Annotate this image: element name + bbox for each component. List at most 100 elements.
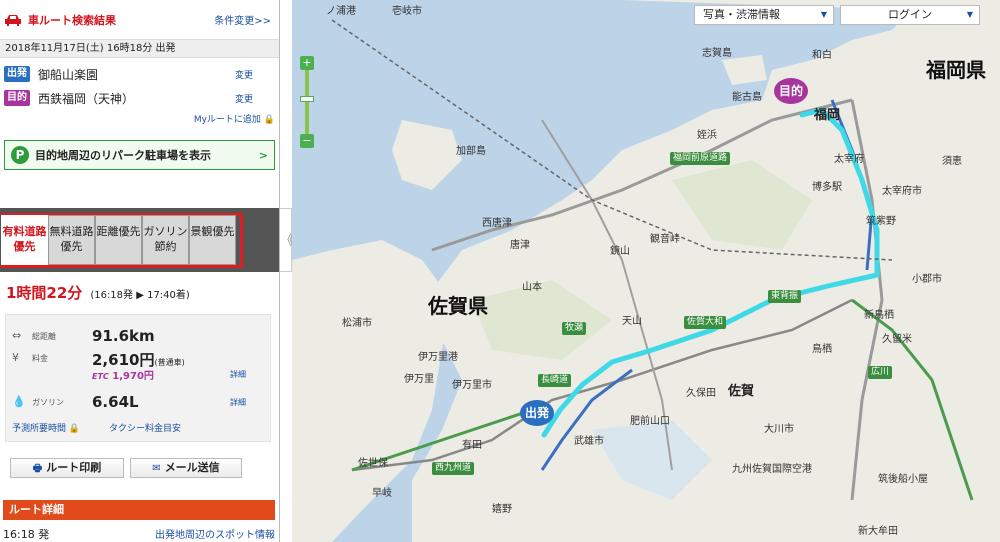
stats-footer: 予測所要時間 🔒 タクシー料金目安 bbox=[12, 421, 268, 434]
map-label: 小郡市 bbox=[912, 274, 942, 285]
distance-value: 91.6km bbox=[92, 327, 155, 345]
map-label: 鏡山 bbox=[610, 246, 630, 257]
map-label: 松浦市 bbox=[342, 318, 372, 329]
gas-value: 6.64L bbox=[92, 393, 139, 411]
start-row: 出発 御船山楽園 変更 bbox=[0, 62, 279, 86]
map-label: 太宰府市 bbox=[882, 186, 922, 197]
map-label: 大川市 bbox=[764, 424, 794, 435]
map-label: 筑後船小屋 bbox=[878, 474, 928, 485]
start-change-link[interactable]: 変更 bbox=[235, 68, 253, 81]
gas-icon: 💧 bbox=[12, 395, 26, 408]
panel-title: 車ルート検索結果 bbox=[28, 13, 116, 27]
route-detail-header: ルート詳細 bbox=[3, 500, 275, 520]
parking-icon: P bbox=[11, 146, 29, 164]
goal-tag: 目的 bbox=[4, 90, 30, 106]
road-shield: 西九州道 bbox=[432, 462, 475, 475]
map-label: 嬉野 bbox=[492, 504, 512, 515]
road-shield: 福岡前原道路 bbox=[670, 152, 731, 165]
add-my-route-label[interactable]: Myルートに追加 bbox=[194, 115, 261, 125]
road-shield: 広川 bbox=[868, 366, 893, 379]
taxi-fare-link[interactable]: タクシー料金目安 bbox=[109, 424, 181, 434]
map-label: 和白 bbox=[812, 50, 832, 61]
etc-value: ETC 1,970円 bbox=[92, 367, 154, 382]
send-mail-button[interactable]: ✉ メール送信 bbox=[130, 458, 242, 478]
map-label: 加部島 bbox=[456, 146, 486, 157]
map-label: 鳥栖 bbox=[812, 344, 832, 355]
map-label: 姪浜 bbox=[697, 130, 717, 141]
tab-distance-priority[interactable]: 距離優先 bbox=[95, 215, 142, 265]
map-label: 唐津 bbox=[510, 240, 530, 251]
print-route-label: ルート印刷 bbox=[46, 461, 102, 474]
zoom-slider-thumb[interactable] bbox=[300, 96, 314, 102]
photo-traffic-label: 写真・渋滞情報 bbox=[703, 8, 780, 21]
zoom-control[interactable]: + − bbox=[300, 56, 314, 148]
map-view[interactable]: + − 写真・渋滞情報 ▼ ログイン ▼ ノ浦港 壱岐市 志賀島 和白 能古島 … bbox=[292, 0, 1000, 542]
print-route-button[interactable]: 🖶 ルート印刷 bbox=[10, 458, 124, 478]
map-label: 筑紫野 bbox=[866, 216, 896, 227]
estimate-time-link[interactable]: 予測所要時間 bbox=[12, 424, 66, 434]
map-label: 観音峠 bbox=[650, 234, 680, 245]
route-detail-start-time: 16:18 発 bbox=[3, 528, 50, 541]
chevron-down-icon: ▼ bbox=[820, 10, 827, 19]
start-tag: 出発 bbox=[4, 66, 30, 82]
start-pin[interactable]: 出発 bbox=[520, 400, 554, 426]
map-label: 西唐津 bbox=[482, 218, 512, 229]
zoom-slider[interactable] bbox=[305, 70, 309, 134]
parking-text[interactable]: 目的地周辺のリパーク駐車場を表示 bbox=[35, 147, 259, 163]
prefecture-label: 佐賀県 bbox=[428, 294, 488, 318]
map-label: 九州佐賀国際空港 bbox=[732, 464, 812, 475]
parking-banner[interactable]: P 目的地周辺のリパーク駐車場を表示 > bbox=[4, 140, 275, 170]
departure-datetime: 2018年11月17日(土) 16時18分 出発 bbox=[0, 40, 279, 58]
chevron-right-icon: > bbox=[258, 148, 268, 162]
toll-unit: (普通車) bbox=[154, 358, 185, 367]
map-label: 天山 bbox=[622, 316, 642, 327]
map-label: 久留米 bbox=[882, 334, 912, 345]
goal-pin[interactable]: 目的 bbox=[774, 78, 808, 104]
zoom-in-button[interactable]: + bbox=[300, 56, 314, 70]
tab-gas-saving[interactable]: ガソリン節約 bbox=[142, 215, 189, 265]
map-label: 太宰府 bbox=[834, 154, 864, 165]
map-label: ノ浦港 bbox=[326, 6, 356, 17]
route-panel: 車ルート検索結果 条件変更>> 2018年11月17日(土) 16時18分 出発… bbox=[0, 0, 280, 542]
photo-traffic-dropdown[interactable]: 写真・渋滞情報 ▼ bbox=[694, 5, 834, 25]
mail-icon: ✉ bbox=[152, 463, 161, 474]
map-label: 佐世保 bbox=[358, 458, 388, 469]
map-label: 新大牟田 bbox=[858, 526, 898, 537]
map-label: 能古島 bbox=[732, 92, 762, 103]
lock-icon: 🔒 bbox=[263, 115, 275, 125]
duration: 1時間22分 bbox=[6, 284, 83, 302]
route-detail-first-row: 16:18 発 出発地周辺のスポット情報 bbox=[3, 526, 275, 542]
yen-icon: ¥ bbox=[12, 351, 19, 364]
collapse-panel-handle[interactable]: 《 bbox=[280, 208, 294, 272]
route-stats: ⇔ 総距離 91.6km ¥ 料金 2,610円(普通車) ETC 1,970円… bbox=[5, 314, 271, 442]
map-label: 武雄市 bbox=[574, 436, 604, 447]
toll-label: 料金 bbox=[32, 354, 48, 363]
tab-toll-priority[interactable]: 有料道路優先 bbox=[1, 215, 48, 265]
gas-detail-link[interactable]: 詳細 bbox=[230, 397, 246, 408]
car-icon bbox=[5, 14, 21, 26]
add-my-route[interactable]: Myルートに追加 🔒 bbox=[0, 110, 279, 126]
map-label: 新鳥栖 bbox=[864, 310, 894, 321]
map-label: 久保田 bbox=[686, 388, 716, 399]
zoom-out-button[interactable]: − bbox=[300, 134, 314, 148]
change-conditions-link[interactable]: 条件変更>> bbox=[214, 12, 271, 27]
gas-label: ガソリン bbox=[32, 398, 64, 407]
road-shield: 牧瀬 bbox=[562, 322, 587, 335]
map-label: 伊万里港 bbox=[418, 352, 458, 363]
login-label: ログイン bbox=[888, 8, 932, 21]
city-label: 佐賀 bbox=[728, 384, 755, 399]
map-canvas bbox=[292, 0, 1000, 542]
map-label: 有田 bbox=[462, 440, 482, 451]
map-label: 伊万里市 bbox=[452, 380, 492, 391]
tab-scenic-priority[interactable]: 景観優先 bbox=[189, 215, 236, 265]
etc-amount: 1,970円 bbox=[112, 371, 154, 382]
toll-detail-link[interactable]: 詳細 bbox=[230, 369, 246, 380]
spot-info-link[interactable]: 出発地周辺のスポット情報 bbox=[155, 526, 275, 542]
map-label: 志賀島 bbox=[702, 48, 732, 59]
start-name: 御船山楽園 bbox=[38, 67, 99, 82]
goal-change-link[interactable]: 変更 bbox=[235, 92, 253, 105]
distance-label: 総距離 bbox=[32, 332, 56, 341]
map-label: 早岐 bbox=[372, 488, 392, 499]
login-dropdown[interactable]: ログイン ▼ bbox=[840, 5, 980, 25]
tab-free-priority[interactable]: 無料道路優先 bbox=[48, 215, 95, 265]
